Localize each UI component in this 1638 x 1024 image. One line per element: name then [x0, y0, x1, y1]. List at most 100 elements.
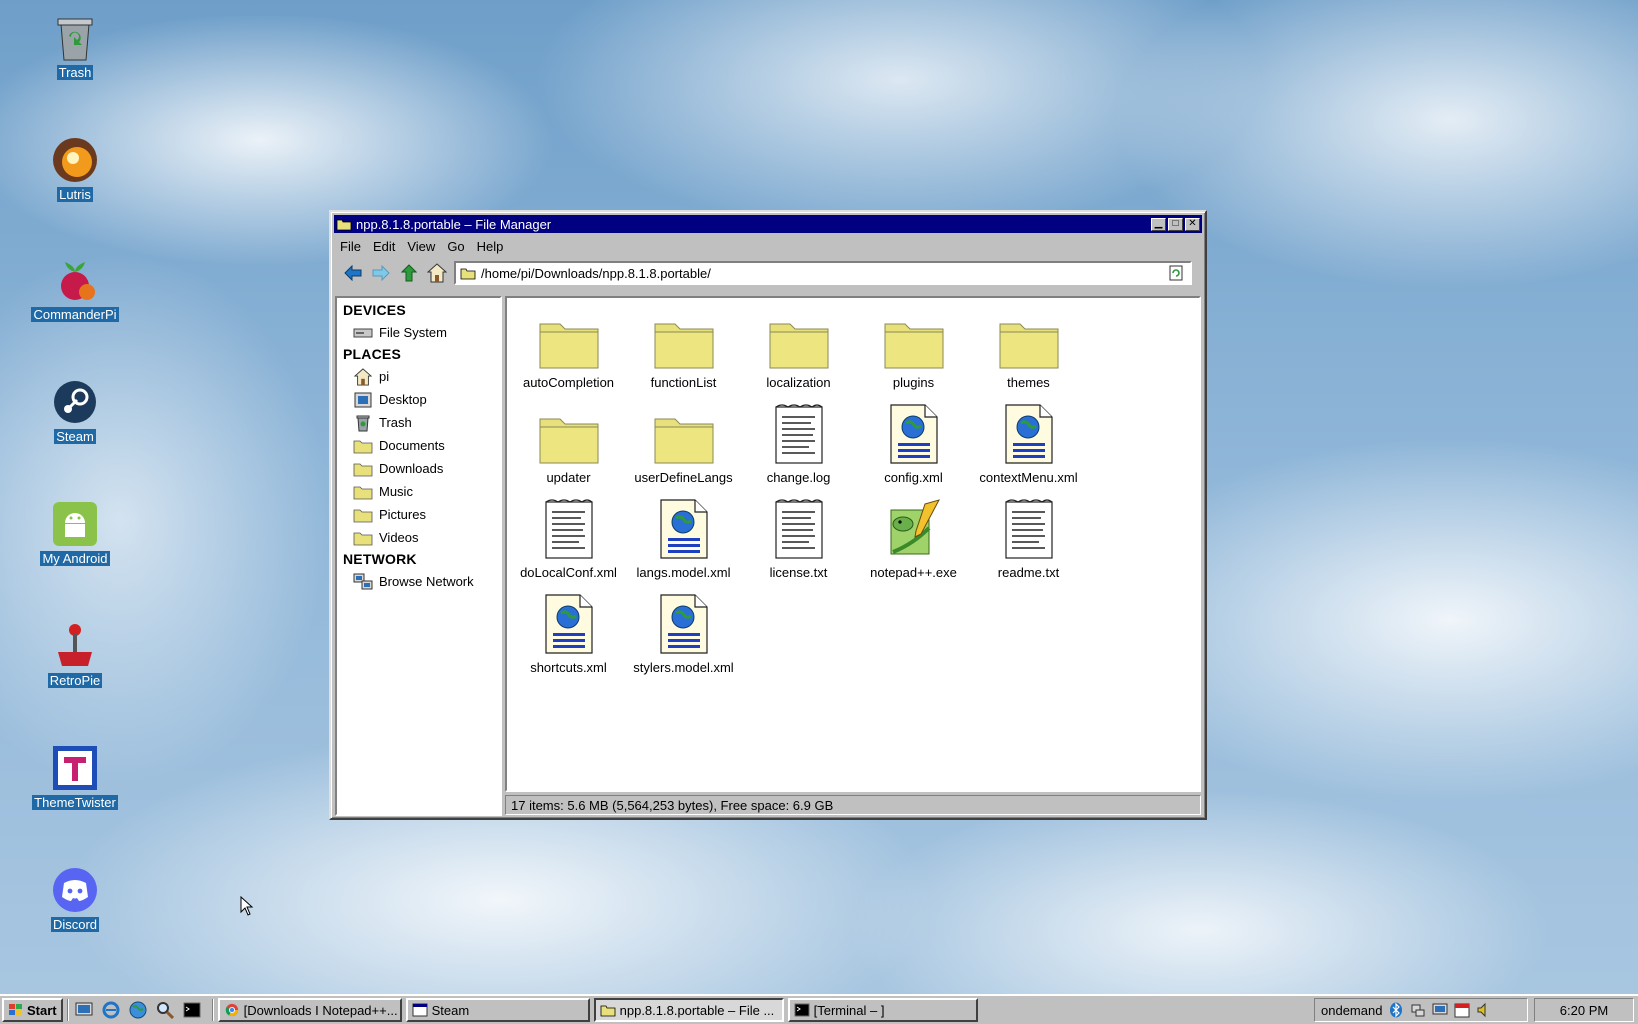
arrow-right-icon: [372, 265, 390, 281]
maximize-icon: □: [1172, 218, 1179, 229]
home-icon: [353, 367, 373, 386]
file-item[interactable]: autoCompletion: [511, 306, 626, 401]
calendar-icon[interactable]: [1454, 1002, 1470, 1018]
title-bar[interactable]: npp.8.1.8.portable – File Manager ▁ □ ✕: [334, 215, 1202, 233]
file-item[interactable]: license.txt: [741, 496, 856, 591]
forward-button[interactable]: [370, 262, 392, 284]
places-header: PLACES: [343, 346, 401, 362]
folder-icon: [600, 1005, 616, 1017]
up-button[interactable]: [398, 262, 420, 284]
desktop-icon: [75, 1002, 93, 1016]
bluetooth-icon[interactable]: [1388, 1002, 1404, 1018]
sidebar-item-label: Downloads: [379, 461, 444, 476]
folder-icon: [537, 401, 601, 465]
file-item[interactable]: themes: [971, 306, 1086, 401]
file-item[interactable]: doLocalConf.xml: [511, 496, 626, 591]
search-icon: [156, 1002, 174, 1019]
menu-file[interactable]: File: [340, 239, 361, 254]
xml-file-icon: [537, 591, 601, 655]
file-item[interactable]: plugins: [856, 306, 971, 401]
task-terminal[interactable]: [Terminal – ]: [787, 998, 978, 1022]
sidebar-item-documents[interactable]: Documents: [343, 434, 500, 457]
task-label: [Downloads I Notepad++...: [243, 1002, 398, 1018]
close-button[interactable]: ✕: [1185, 217, 1200, 231]
folder-icon: [336, 219, 352, 231]
file-item[interactable]: notepad++.exe: [856, 496, 971, 591]
menu-help[interactable]: Help: [477, 239, 504, 254]
taskbar-separator: [211, 999, 214, 1021]
sidebar-item-music[interactable]: Music: [343, 480, 500, 503]
task-label: [Terminal – ]: [813, 1002, 885, 1018]
sidebar-item-browse-network[interactable]: Browse Network: [343, 570, 500, 593]
back-button[interactable]: [342, 262, 364, 284]
file-item[interactable]: contextMenu.xml: [971, 401, 1086, 496]
sidebar-item-desktop[interactable]: Desktop: [343, 388, 500, 411]
address-path: /home/pi/Downloads/npp.8.1.8.portable/: [481, 265, 711, 281]
desktop-icon-steam[interactable]: Steam: [22, 378, 128, 444]
file-item[interactable]: updater: [511, 401, 626, 496]
file-name: functionList: [650, 375, 717, 390]
sidebar-item-videos[interactable]: Videos: [343, 526, 500, 549]
file-item[interactable]: functionList: [626, 306, 741, 401]
desktop-icon-trash[interactable]: Trash: [22, 14, 128, 80]
file-view: autoCompletion functionList localization pl…: [505, 296, 1201, 792]
quicklaunch-globe[interactable]: [127, 999, 149, 1021]
steam-icon: [51, 378, 99, 426]
address-bar[interactable]: /home/pi/Downloads/npp.8.1.8.portable/: [454, 261, 1192, 285]
file-item[interactable]: userDefineLangs: [626, 401, 741, 496]
quicklaunch-show-desktop[interactable]: [73, 999, 95, 1021]
task-steam[interactable]: Steam: [405, 998, 590, 1022]
quicklaunch-search[interactable]: [154, 999, 176, 1021]
file-item[interactable]: localization: [741, 306, 856, 401]
file-item[interactable]: langs.model.xml: [626, 496, 741, 591]
monitor-icon[interactable]: [1432, 1002, 1448, 1018]
task-chrome[interactable]: [Downloads I Notepad++...: [217, 998, 402, 1022]
desktop-icon-retropie[interactable]: RetroPie: [22, 622, 128, 688]
sidebar-item-downloads[interactable]: Downloads: [343, 457, 500, 480]
desktop-icon-discord[interactable]: Discord: [22, 866, 128, 932]
status-text: 17 items: 5.6 MB (5,564,253 bytes), Free…: [511, 797, 834, 813]
trash-icon: [51, 14, 99, 62]
file-item[interactable]: shortcuts.xml: [511, 591, 626, 686]
network-status-icon[interactable]: [1410, 1002, 1426, 1018]
sidebar-item-trash[interactable]: Trash: [343, 411, 500, 434]
start-button[interactable]: Start: [2, 998, 63, 1022]
desktop-icon-lutris[interactable]: Lutris: [22, 136, 128, 202]
sidebar-item-label: pi: [379, 369, 390, 384]
cpu-governor-label[interactable]: ondemand: [1321, 1003, 1382, 1018]
file-name: config.xml: [884, 470, 943, 485]
sidebar-item-label: Pictures: [379, 507, 426, 522]
menu-go[interactable]: Go: [447, 239, 464, 254]
desktop-icon-label: ThemeTwister: [32, 795, 118, 810]
sidebar-item-pictures[interactable]: Pictures: [343, 503, 500, 526]
refresh-icon[interactable]: [1168, 265, 1184, 281]
minimize-button[interactable]: ▁: [1151, 217, 1166, 231]
volume-icon[interactable]: [1476, 1002, 1492, 1018]
file-item[interactable]: config.xml: [856, 401, 971, 496]
text-file-icon: [997, 496, 1061, 560]
home-button[interactable]: [426, 262, 448, 284]
window-icon: [412, 1003, 428, 1017]
joystick-icon: [51, 622, 99, 670]
file-name: readme.txt: [997, 565, 1060, 580]
file-manager-window: npp.8.1.8.portable – File Manager ▁ □ ✕ …: [329, 210, 1207, 820]
sidebar-item-label: Documents: [379, 438, 445, 453]
desktop-icon-themetwister[interactable]: ThemeTwister: [22, 744, 128, 810]
clock[interactable]: 6:20 PM: [1534, 998, 1634, 1022]
file-item[interactable]: stylers.model.xml: [626, 591, 741, 686]
internet-explorer-icon: [102, 1001, 120, 1019]
menu-view[interactable]: View: [407, 239, 435, 254]
taskbar: Start [Downloads I Notepad++... Steam np…: [0, 994, 1638, 1024]
file-item[interactable]: change.log: [741, 401, 856, 496]
file-item[interactable]: readme.txt: [971, 496, 1086, 591]
sidebar-item-pi[interactable]: pi: [343, 365, 500, 388]
sidebar-item-file-system[interactable]: File System: [343, 321, 500, 344]
desktop-icon-my-android[interactable]: My Android: [22, 500, 128, 566]
task-file-manager[interactable]: npp.8.1.8.portable – File ...: [593, 998, 784, 1022]
menu-edit[interactable]: Edit: [373, 239, 395, 254]
desktop-icon-commanderpi[interactable]: CommanderPi: [22, 256, 128, 322]
quicklaunch-terminal[interactable]: [181, 999, 203, 1021]
arrow-left-icon: [344, 265, 362, 281]
maximize-button[interactable]: □: [1168, 217, 1183, 231]
quicklaunch-browser[interactable]: [100, 999, 122, 1021]
